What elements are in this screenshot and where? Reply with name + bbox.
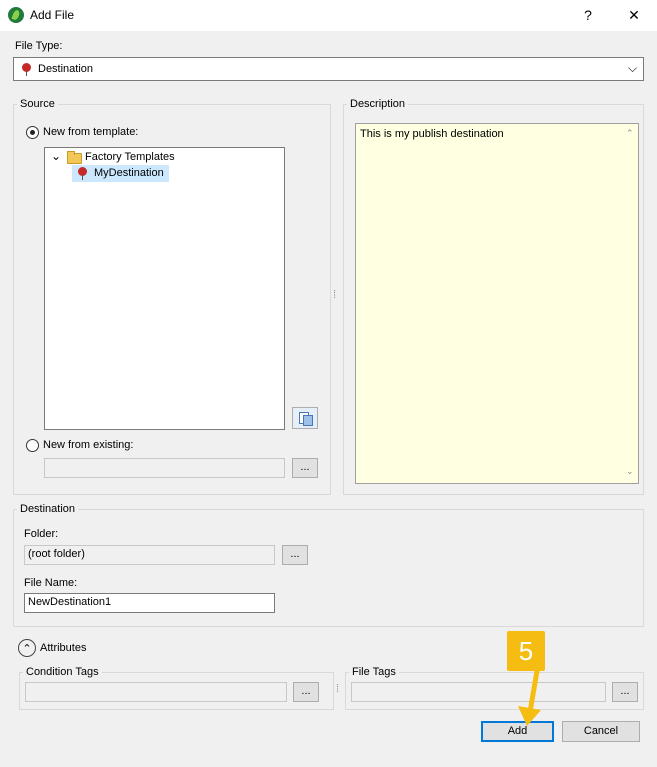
expand-chevron-icon[interactable]: ⌄ bbox=[51, 149, 61, 163]
template-manager-button[interactable] bbox=[292, 407, 318, 429]
condition-tags-label: Condition Tags bbox=[23, 666, 102, 678]
condition-tags-browse-button[interactable]: ... bbox=[293, 682, 319, 702]
file-name-input[interactable]: NewDestination1 bbox=[24, 593, 275, 613]
file-tags-label: File Tags bbox=[349, 666, 399, 678]
new-from-template-label[interactable]: New from template: bbox=[43, 126, 138, 138]
folder-icon bbox=[67, 151, 82, 164]
help-button[interactable]: ? bbox=[565, 0, 611, 31]
file-tags-browse-button[interactable]: ... bbox=[612, 682, 638, 702]
existing-file-input[interactable] bbox=[44, 458, 285, 478]
attributes-collapse-icon[interactable]: ⌃ bbox=[18, 639, 36, 657]
scroll-down-icon[interactable]: ⌄ bbox=[626, 466, 634, 477]
location-pin-icon bbox=[22, 63, 31, 76]
description-group-label: Description bbox=[347, 98, 409, 110]
folder-browse-button[interactable]: ... bbox=[282, 545, 308, 565]
chevron-down-icon: ⌵ bbox=[628, 61, 638, 75]
file-name-label: File Name: bbox=[24, 577, 78, 589]
attributes-toggle-label[interactable]: Attributes bbox=[40, 642, 86, 654]
description-text: This is my publish destination bbox=[360, 128, 504, 140]
callout-arrow-icon bbox=[518, 668, 541, 726]
close-button[interactable]: ✕ bbox=[611, 0, 657, 31]
existing-browse-button[interactable]: ... bbox=[292, 458, 318, 478]
template-tree[interactable]: ⌄ Factory Templates MyDestination bbox=[44, 147, 285, 430]
step-callout-badge: 5 bbox=[507, 631, 545, 671]
file-type-select[interactable]: Destination ⌵ bbox=[13, 57, 644, 81]
folder-label: Folder: bbox=[24, 528, 59, 540]
file-type-label: File Type: bbox=[15, 40, 63, 52]
new-from-template-radio[interactable] bbox=[26, 126, 39, 139]
cancel-button[interactable]: Cancel bbox=[562, 721, 640, 742]
splitter-handle[interactable]: ⁞ bbox=[333, 289, 336, 301]
tree-folder-factory-templates[interactable]: Factory Templates bbox=[85, 151, 175, 163]
attributes-splitter-handle[interactable]: ⁞ bbox=[336, 683, 339, 695]
new-from-existing-label[interactable]: New from existing: bbox=[43, 439, 133, 451]
tree-item-mydestination[interactable]: MyDestination bbox=[72, 165, 169, 182]
description-textarea[interactable]: This is my publish destination ⌃ ⌄ bbox=[355, 123, 639, 484]
folder-field[interactable]: (root folder) bbox=[24, 545, 275, 565]
new-from-existing-radio[interactable] bbox=[26, 439, 39, 452]
title-bar: Add File ? ✕ bbox=[0, 0, 657, 31]
destination-group-label: Destination bbox=[17, 503, 79, 515]
copy-icon-back bbox=[303, 415, 313, 426]
tree-item-label: MyDestination bbox=[94, 167, 164, 179]
condition-tags-field[interactable] bbox=[25, 682, 287, 702]
app-logo-icon bbox=[8, 7, 24, 23]
file-tags-field[interactable] bbox=[351, 682, 606, 702]
window-title: Add File bbox=[30, 8, 75, 22]
source-group-label: Source bbox=[17, 98, 58, 110]
scroll-up-icon[interactable]: ⌃ bbox=[626, 128, 634, 139]
location-pin-icon bbox=[78, 167, 87, 180]
file-type-value: Destination bbox=[38, 63, 94, 75]
